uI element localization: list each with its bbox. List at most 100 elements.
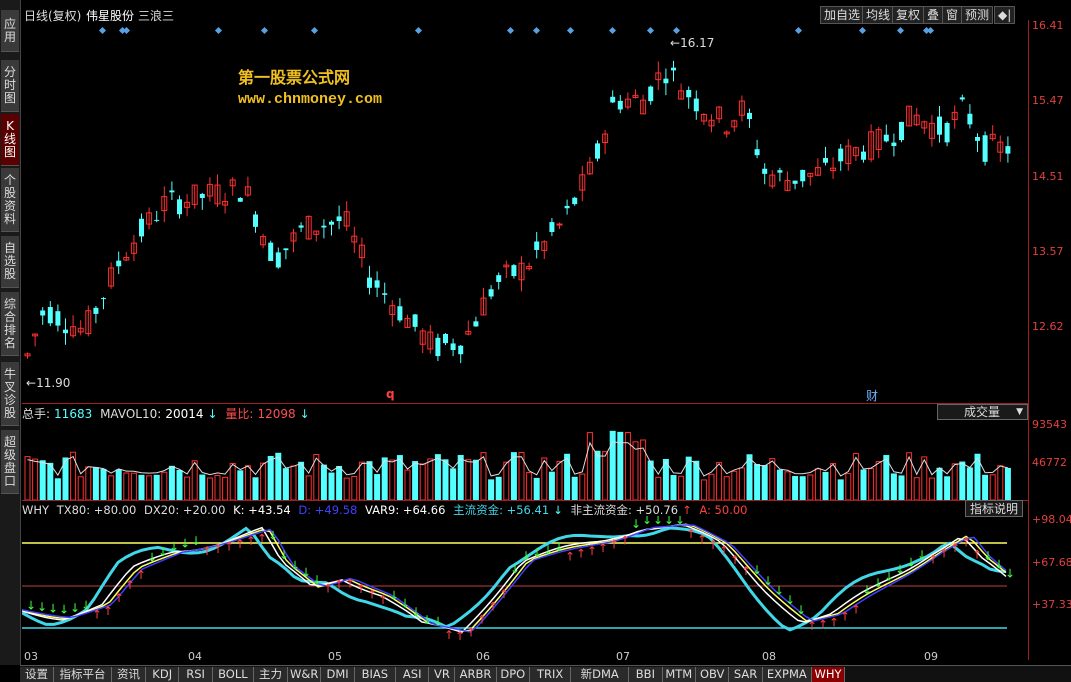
sidebar-item-app[interactable]: 应用 xyxy=(1,10,19,52)
tab-why[interactable]: WHY xyxy=(811,667,846,682)
tab-kdj[interactable]: KDJ xyxy=(146,667,180,682)
volume-bar xyxy=(146,475,153,500)
volume-bar xyxy=(814,468,821,500)
sidebar-item-diagnosis[interactable]: 牛叉诊股 xyxy=(1,362,19,426)
volume-bar xyxy=(738,467,745,500)
candle-down xyxy=(967,113,973,125)
candle-down xyxy=(139,218,144,237)
adjust-button[interactable]: 复权 xyxy=(892,6,925,24)
candle-down xyxy=(450,343,456,350)
candle-down xyxy=(298,225,304,228)
volume-bar xyxy=(944,476,951,500)
price-tick: 15.47 xyxy=(1032,94,1064,107)
indicator-chart[interactable]: ↓ ↓ ↓ ↓ ↓ ↓↑ ↑↑↑↑↓ ↓ ↓ ↓ ↓↑ ↑ ↑ ↑ ↑ ↑ ↓↓↓↓↓↑ ↑ ↑ ↑ ↑ ↑ ↓↓↓↓ ↓↑ ↑… xyxy=(22,516,1028,644)
volume-bar xyxy=(336,465,343,500)
candle-down xyxy=(382,293,388,295)
up-arrow-icon: ↑ xyxy=(213,542,223,556)
indicator-tick: +98.04 xyxy=(1032,513,1071,526)
sidebar-item-kline[interactable]: K线图 xyxy=(1,114,19,166)
up-arrow-icon: ↑ xyxy=(697,533,707,547)
chart-header: 日线(复权) 伟星股份 三浪三 加自选 均线 复权 叠 窗 预测 ◆| xyxy=(20,6,1051,24)
date-tick: 09 xyxy=(924,650,938,663)
window-button[interactable]: 窗 xyxy=(942,6,963,24)
tab-boll[interactable]: BOLL xyxy=(212,667,254,682)
tab-资讯[interactable]: 资讯 xyxy=(112,667,146,682)
volume-bar xyxy=(47,462,54,500)
candle-down xyxy=(686,89,692,98)
volume-chart[interactable] xyxy=(22,418,1028,500)
volume-bar xyxy=(267,455,274,500)
tab-obv[interactable]: OBV xyxy=(696,667,730,682)
sidebar-item-order-book[interactable]: 超级盘口 xyxy=(1,430,19,494)
tab-bbi[interactable]: BBI xyxy=(629,667,663,682)
marker-q[interactable]: q xyxy=(386,387,395,401)
tab-dmi[interactable]: DMI xyxy=(321,667,355,682)
down-arrow-icon: ↓ xyxy=(631,517,641,531)
volume-bar xyxy=(54,478,61,500)
candle-down xyxy=(169,190,175,193)
sidebar-item-timeshare[interactable]: 分时图 xyxy=(1,60,19,112)
tab-mtm[interactable]: MTM xyxy=(662,667,696,682)
indicator-help-button[interactable]: 指标说明 xyxy=(965,500,1023,517)
forecast-button[interactable]: 预测 xyxy=(961,6,994,24)
volume-bar xyxy=(396,455,403,500)
candle-down xyxy=(534,241,540,250)
sidebar-item-ranking[interactable]: 综合排名 xyxy=(1,292,19,356)
tab-asi[interactable]: ASI xyxy=(396,667,430,682)
signal-diamond-icon xyxy=(98,26,107,35)
tab-设置[interactable]: 设置 xyxy=(20,667,54,682)
volume-bar xyxy=(913,477,920,500)
down-arrow-icon: ↓ xyxy=(191,534,201,548)
tab-bias[interactable]: BIAS xyxy=(354,667,396,682)
volume-bar xyxy=(526,472,533,500)
volume-bar xyxy=(769,458,776,500)
down-arrow-icon: ↓ xyxy=(411,605,421,619)
tab-sar[interactable]: SAR xyxy=(729,667,763,682)
tab-dpo[interactable]: DPO xyxy=(496,667,530,682)
up-arrow-icon: ↑ xyxy=(598,541,608,555)
volume-bar xyxy=(465,459,472,500)
candle-down xyxy=(435,337,441,357)
down-arrow-icon: ↓ xyxy=(642,516,652,527)
tab-指标平台[interactable]: 指标平台 xyxy=(54,667,112,682)
overlay-button[interactable]: 叠 xyxy=(923,6,944,24)
sidebar-item-watchlist[interactable]: 自选股 xyxy=(1,236,19,288)
candle-down xyxy=(283,248,289,251)
volume-bar xyxy=(488,479,495,500)
candlestick-chart[interactable] xyxy=(22,25,1028,402)
ma-button[interactable]: 均线 xyxy=(862,6,895,24)
tab-trix[interactable]: TRIX xyxy=(530,667,572,682)
tab-arbr[interactable]: ARBR xyxy=(455,667,497,682)
tab-主力[interactable]: 主力 xyxy=(254,667,288,682)
tab-expma[interactable]: EXPMA xyxy=(762,667,812,682)
volume-bar xyxy=(837,479,844,500)
tab-vr[interactable]: VR xyxy=(429,667,456,682)
indicator-tick: +37.33 xyxy=(1032,598,1071,611)
down-arrow-icon: ↓ xyxy=(873,576,883,590)
up-arrow-icon: ↑ xyxy=(488,600,498,614)
volume-bar xyxy=(982,474,989,500)
volume-bar xyxy=(214,474,221,500)
exit-icon[interactable]: ◆| xyxy=(994,6,1016,24)
volume-bar xyxy=(693,460,700,500)
volume-bar xyxy=(594,450,601,500)
candle-down xyxy=(458,345,464,355)
candle-down xyxy=(93,307,99,314)
volume-bar xyxy=(252,477,259,500)
tab-新dma[interactable]: 新DMA xyxy=(571,667,630,682)
sidebar-item-stock-info[interactable]: 个股资料 xyxy=(1,168,19,232)
period-label[interactable]: 日线(复权) xyxy=(24,7,81,24)
signal-diamond-icon xyxy=(608,26,617,35)
volume-bar xyxy=(655,476,662,500)
candle-down xyxy=(762,168,768,174)
marker-finance[interactable]: 财 xyxy=(866,387,878,404)
signal-diamond-icon xyxy=(566,26,575,35)
down-arrow-icon: ↓ xyxy=(169,540,179,554)
candle-down xyxy=(982,135,988,162)
var9-value: VAR9: +64.66 xyxy=(365,503,446,517)
tab-w-r[interactable]: W&R xyxy=(288,667,322,682)
add-watch-button[interactable]: 加自选 xyxy=(820,6,865,24)
up-arrow-icon: ↑ xyxy=(202,544,212,558)
down-arrow-icon: ↓ xyxy=(400,597,410,611)
tab-rsi[interactable]: RSI xyxy=(179,667,213,682)
